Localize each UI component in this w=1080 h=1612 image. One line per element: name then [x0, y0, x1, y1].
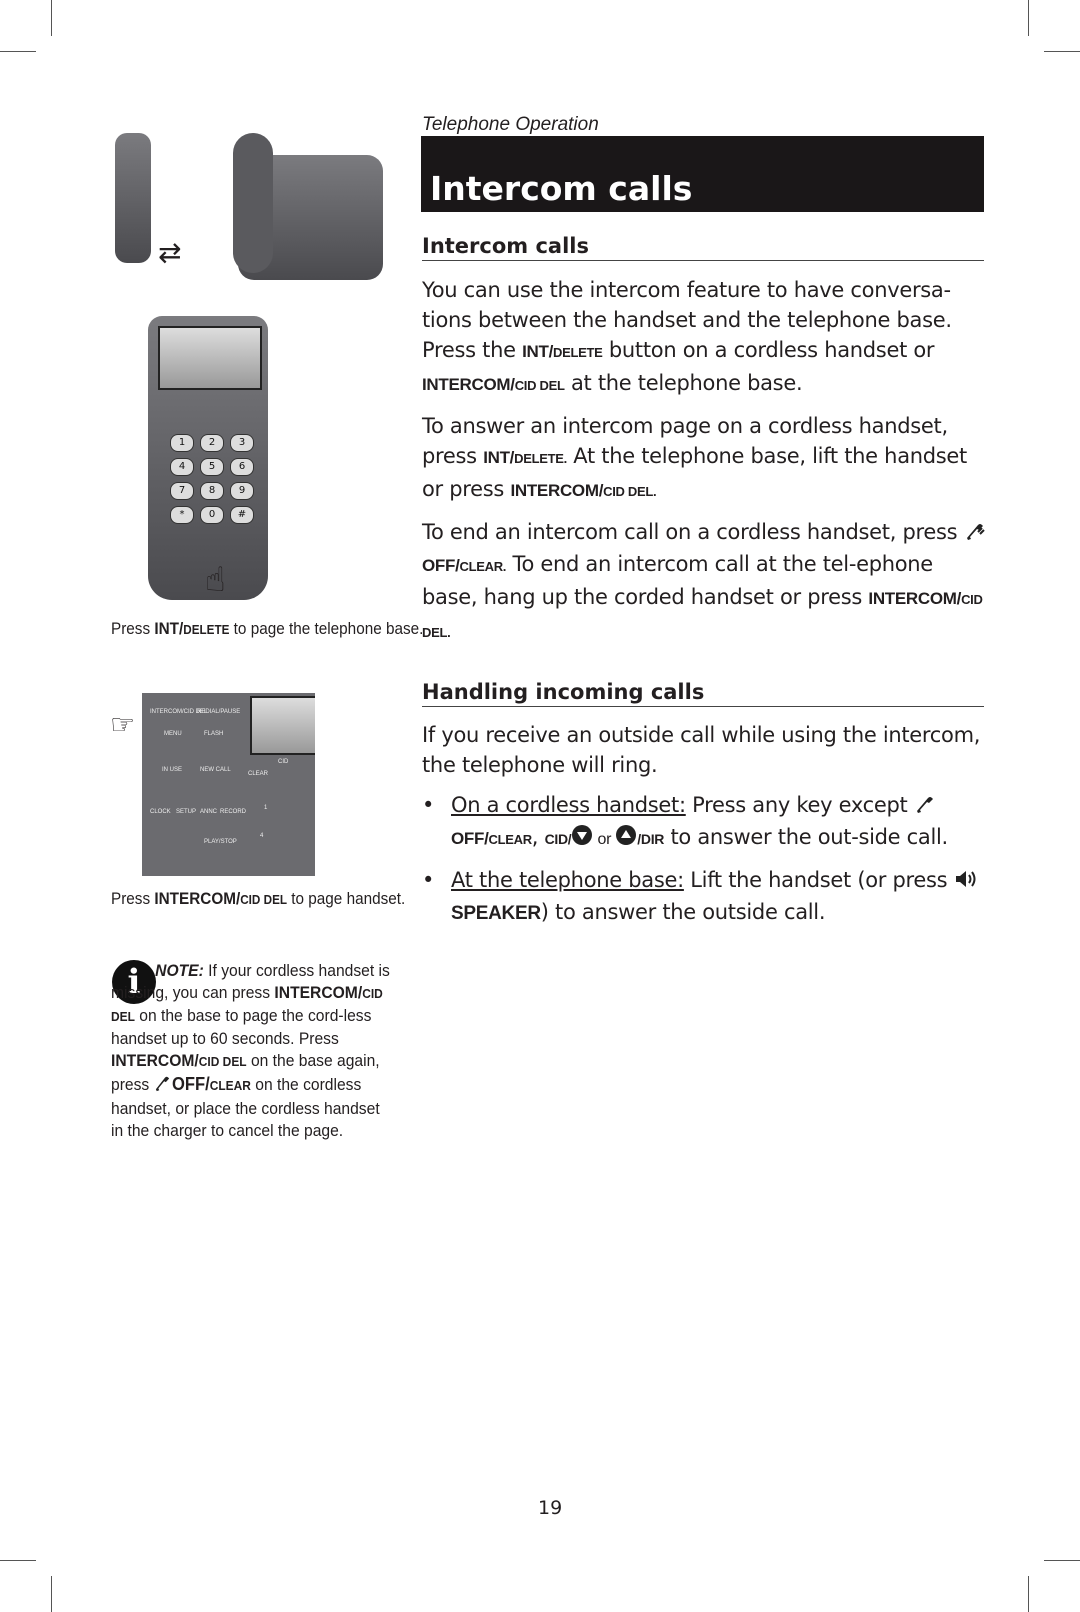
incoming-para: If you receive an outside call while usi…: [422, 723, 981, 777]
keypad-key: 3: [230, 434, 254, 452]
base-button-label: REDIAL/PAUSE: [197, 709, 241, 715]
pointing-hand-icon: ☞: [110, 708, 136, 741]
base-button-label: ANNC: [200, 809, 218, 815]
incoming-heading: Handling incoming calls: [422, 680, 984, 707]
keypad-key: *: [170, 506, 194, 524]
cordless-handset-image: [115, 133, 151, 263]
base-button-label: CLOCK: [150, 809, 171, 815]
page-title: Intercom calls: [430, 169, 693, 208]
bullet-base: • At the telephone base: Lift the handse…: [422, 865, 987, 929]
pointing-hand-icon: ☝: [205, 560, 226, 600]
crop-mark: [51, 0, 52, 36]
note: NOTE: If your cordless handset is missin…: [111, 961, 390, 1140]
base-button-label: 1: [264, 805, 268, 811]
base-closeup-image: INTERCOM/CID DEL REDIAL/PAUSE MENU FLASH IN …: [142, 693, 315, 876]
corded-handset-image: [233, 133, 273, 273]
phone-off-icon: [154, 1074, 172, 1098]
keypad-key: 6: [230, 458, 254, 476]
page-title-bar: Intercom calls: [421, 136, 984, 212]
crop-mark: [1044, 1560, 1080, 1561]
speaker-icon: [954, 867, 978, 897]
base-button-label: CID: [278, 759, 289, 765]
caption-handset: Press INT/DELETE to page the telephone b…: [111, 619, 424, 638]
handset-screen: [158, 326, 262, 390]
crop-mark: [1044, 51, 1080, 52]
base-button-label: NEW CALL: [200, 767, 231, 773]
keypad-key: 7: [170, 482, 194, 500]
base-button-label: RECORD: [220, 809, 247, 815]
phone-off-icon: [914, 792, 936, 822]
incoming-body: If you receive an outside call while usi…: [422, 720, 987, 939]
base-button-label: PLAY/STOP: [204, 839, 237, 845]
phone-off-icon: [964, 519, 986, 549]
base-button-label: IN USE: [162, 767, 183, 773]
keypad-key: 0: [200, 506, 224, 524]
base-button-label: SETUP: [176, 809, 197, 815]
keypad-key: 2: [200, 434, 224, 452]
crop-mark: [51, 1576, 52, 1612]
bullet-handset: • On a cordless handset: Press any key e…: [422, 790, 987, 855]
up-arrow-icon: [615, 824, 637, 854]
base-button-label: MENU: [164, 731, 182, 737]
crop-mark: [1028, 1576, 1029, 1612]
keypad-key: 4: [170, 458, 194, 476]
intercom-heading: Intercom calls: [422, 234, 984, 261]
intercom-para-3: To end an intercom call on a cordless ha…: [422, 517, 987, 648]
intercom-para-1: You can use the intercom feature to have…: [422, 278, 952, 395]
intercom-body: You can use the intercom feature to have…: [422, 275, 987, 658]
handset-and-base-illustration: ⇄: [113, 133, 383, 303]
keypad-key: 5: [200, 458, 224, 476]
base-screen: [250, 696, 315, 755]
keypad-key: 9: [230, 482, 254, 500]
keypad-key: 1: [170, 434, 194, 452]
section-label: Telephone Operation: [422, 114, 599, 135]
arrows-icon: ⇄: [158, 236, 182, 269]
crop-mark: [0, 51, 36, 52]
page-number: 19: [538, 1497, 563, 1519]
caption-base: Press INTERCOM/CID DEL to page handset.: [111, 889, 406, 908]
base-button-label: FLASH: [204, 731, 224, 737]
base-button-label: CLEAR: [248, 771, 269, 777]
intercom-para-2: To answer an intercom page on a cordless…: [422, 414, 967, 501]
down-arrow-icon: [571, 824, 593, 854]
crop-mark: [0, 1560, 36, 1561]
keypad-key: #: [230, 506, 254, 524]
keypad-key: 8: [200, 482, 224, 500]
base-button-label: 4: [260, 833, 264, 839]
handset-closeup-image: 1 2 3 4 5 6 7 8 9 * 0 #: [148, 316, 268, 600]
crop-mark: [1028, 0, 1029, 36]
